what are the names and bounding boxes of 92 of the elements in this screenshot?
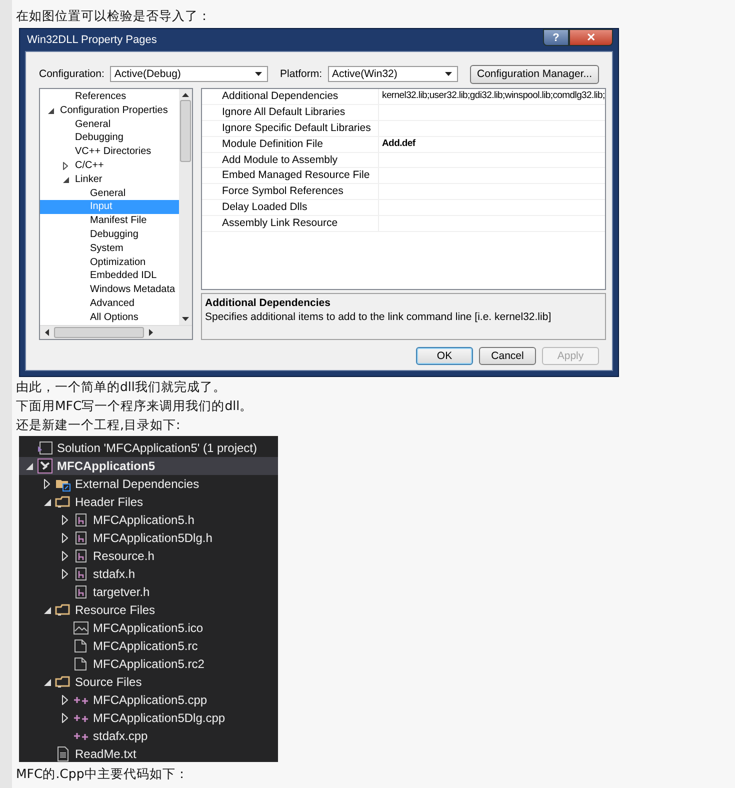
property-name[interactable]: Embed Managed Resource File	[218, 168, 379, 184]
folder-icon	[55, 602, 71, 618]
property-value[interactable]: Add.def	[379, 136, 605, 152]
tree-item[interactable]: MFCApplication5Dlg.h	[19, 529, 278, 547]
tree-item[interactable]: System	[40, 242, 179, 256]
dialog-button[interactable]: Cancel	[479, 347, 536, 365]
folder-icon	[55, 494, 71, 510]
horizontal-scrollbar[interactable]	[40, 325, 192, 339]
tree-item[interactable]: MFCApplication5.rc	[19, 637, 278, 655]
tree-item[interactable]: References	[40, 90, 179, 104]
tree-item[interactable]: MFCApplication5Dlg.cpp	[19, 709, 278, 727]
tree-item[interactable]: MFCApplication5.rc2	[19, 655, 278, 673]
document-icon	[73, 656, 89, 672]
paragraph: 还是新建一个工程,目录如下:	[16, 416, 180, 434]
caret-icon	[445, 72, 452, 76]
property-name[interactable]: Additional Dependencies	[218, 89, 379, 104]
property-name[interactable]: Delay Loaded Dlls	[218, 200, 379, 216]
header-file-icon	[73, 548, 89, 564]
tree-item[interactable]: Embedded IDL	[40, 269, 179, 284]
description-title: Additional Dependencies	[205, 297, 332, 309]
property-value[interactable]: kernel32.lib;user32.lib;gdi32.lib;winspool.lib;comdlg32.lib;	[379, 89, 605, 104]
tree-item[interactable]: MFCApplication5	[19, 457, 278, 475]
header-file-icon	[73, 512, 89, 528]
project-icon	[37, 458, 53, 474]
property-name[interactable]: Assembly Link Resource	[218, 216, 379, 232]
header-file-icon	[73, 530, 89, 546]
tree-item[interactable]: All Options	[40, 310, 179, 325]
tree-item[interactable]: Optimization	[40, 256, 179, 270]
tree-item[interactable]: Configuration Properties	[40, 104, 179, 118]
expanded-arrow-icon[interactable]	[44, 498, 50, 506]
platform-dropdown[interactable]: Active(Win32)	[328, 66, 458, 82]
scroll-down-icon[interactable]	[182, 317, 189, 321]
tree-item[interactable]: Debugging	[40, 228, 179, 242]
tree-item[interactable]: Header Files	[19, 493, 278, 511]
tree-item[interactable]: Linker	[40, 172, 179, 187]
configuration-manager-button[interactable]: Configuration Manager...	[470, 64, 599, 84]
vertical-scrollbar[interactable]	[179, 89, 192, 325]
scrollbar-thumb[interactable]	[180, 100, 191, 162]
tree-item[interactable]: MFCApplication5.h	[19, 511, 278, 529]
tree-item[interactable]: targetver.h	[19, 583, 278, 601]
text-file-icon	[55, 746, 71, 762]
header-file-icon	[73, 566, 89, 582]
solution-icon	[37, 441, 53, 455]
tree-item[interactable]: MFCApplication5.cpp	[19, 691, 278, 709]
expanded-arrow-icon[interactable]	[44, 678, 50, 686]
header-file-icon	[73, 584, 89, 600]
expanded-arrow-icon[interactable]	[26, 462, 32, 470]
tree-item[interactable]: Resource.h	[19, 547, 278, 565]
paragraph: 下面用MFC写一个程序来调用我们的dll。	[16, 397, 253, 415]
scroll-right-icon[interactable]	[149, 329, 153, 336]
image-file-icon	[73, 620, 89, 636]
tree-item[interactable]: stdafx.h	[19, 565, 278, 583]
tree-item[interactable]: Debugging	[40, 131, 179, 146]
property-name[interactable]: Ignore Specific Default Libraries	[218, 120, 379, 136]
paragraph: MFC的.Cpp中主要代码如下：	[16, 765, 188, 783]
tree-item[interactable]: Resource Files	[19, 601, 278, 619]
tree-item[interactable]: General	[40, 118, 179, 132]
property-name[interactable]: Module Definition File	[218, 136, 379, 152]
property-name[interactable]: Ignore All Default Libraries	[218, 104, 379, 120]
tree-item[interactable]: Source Files	[19, 673, 278, 691]
scroll-up-icon[interactable]	[182, 93, 189, 97]
tree-item[interactable]: MFCApplication5.ico	[19, 619, 278, 637]
tree-item[interactable]: General	[40, 186, 179, 200]
tree-item[interactable]: Manifest File	[40, 214, 179, 228]
dialog-button[interactable]: OK	[416, 347, 473, 365]
expanded-arrow-icon[interactable]	[48, 108, 54, 114]
close-button[interactable]: ✕	[569, 29, 613, 46]
property-name[interactable]: Add Module to Assembly	[218, 152, 379, 168]
tree-item[interactable]: External Dependencies	[19, 475, 278, 493]
tree-item[interactable]: C/C++	[40, 158, 179, 173]
scrollbar-thumb[interactable]	[54, 327, 144, 338]
platform-label: Platform:	[280, 68, 322, 80]
paragraph: 由此，一个简单的dll我们就完成了。	[16, 378, 226, 396]
tree-item[interactable]: ReadMe.txt	[19, 745, 278, 762]
folder-icon	[55, 674, 71, 690]
expanded-arrow-icon[interactable]	[63, 176, 69, 183]
collapsed-arrow-icon[interactable]	[63, 162, 68, 170]
document-icon	[73, 638, 89, 654]
description-text: Specifies additional items to add to the link command line [i.e. kernel32.lib]	[205, 311, 552, 323]
configuration-dropdown[interactable]: Active(Debug)	[110, 66, 268, 82]
configuration-label: Configuration:	[39, 68, 104, 80]
paragraph: 在如图位置可以检验是否导入了：	[16, 7, 211, 25]
expanded-arrow-icon[interactable]	[44, 606, 50, 614]
tree-item[interactable]: stdafx.cpp	[19, 727, 278, 745]
caret-icon	[255, 72, 262, 76]
tree-item[interactable]: VC++ Directories	[40, 145, 179, 159]
tree-item[interactable]: Advanced	[40, 296, 179, 311]
window-title: Win32DLL Property Pages	[26, 34, 157, 46]
property-name[interactable]: Force Symbol References	[218, 184, 379, 200]
scroll-left-icon[interactable]	[45, 329, 49, 336]
tree-item[interactable]: Windows Metadata	[40, 283, 179, 297]
tree-item[interactable]: Solution 'MFCApplication5' (1 project)	[19, 439, 278, 457]
